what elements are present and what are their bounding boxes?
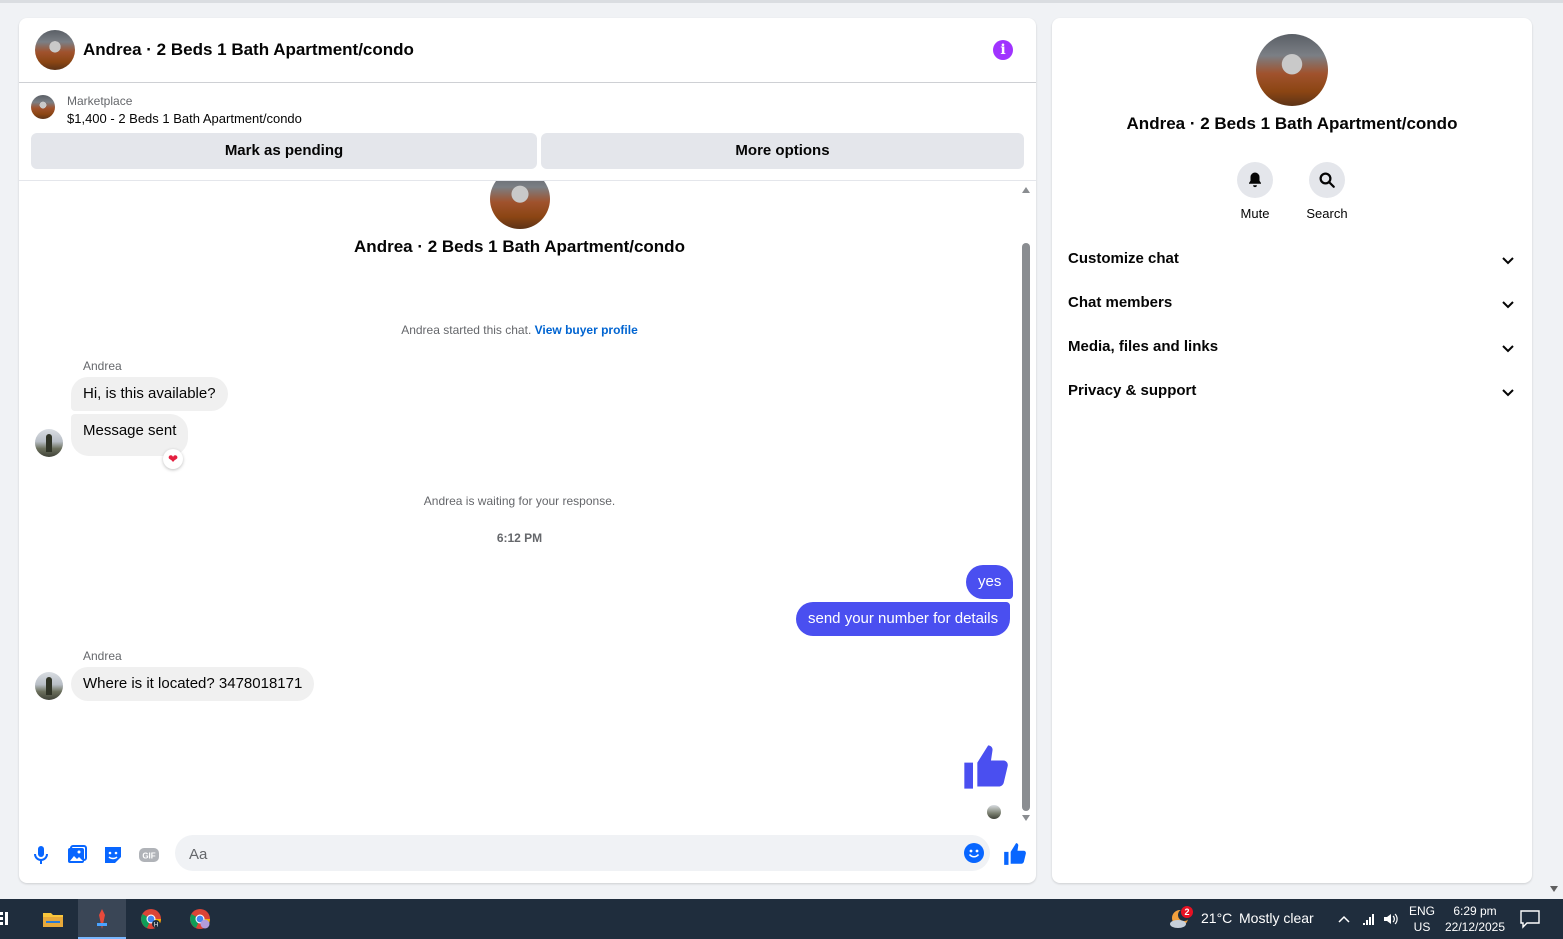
emoji-icon[interactable] [962, 841, 986, 865]
section-label: Privacy & support [1068, 382, 1197, 399]
bell-icon [1249, 172, 1261, 188]
section-privacy-support[interactable]: Privacy & support [1060, 372, 1524, 412]
file-explorer-icon [43, 913, 63, 927]
section-media-files-links[interactable]: Media, files and links [1060, 328, 1524, 368]
chrome-profile-icon [190, 909, 210, 929]
search-icon [1319, 172, 1335, 188]
message-input-wrapper[interactable] [175, 835, 990, 873]
scroll-up-arrow-icon[interactable] [1022, 187, 1030, 193]
section-label: Media, files and links [1068, 338, 1219, 355]
intro-title: Andrea · 2 Beds 1 Bath Apartment/condo [354, 237, 685, 256]
mute-button[interactable]: Mute [1215, 162, 1295, 221]
seen-receipt-avatar [987, 805, 1001, 819]
keyboard-region: US [1413, 920, 1431, 934]
svg-text:H: H [154, 923, 158, 929]
chat-title[interactable]: Andrea · 2 Beds 1 Bath Apartment/condo [83, 40, 414, 60]
conversation-info-panel: Andrea · 2 Beds 1 Bath Apartment/condo M… [1052, 18, 1532, 883]
chevron-down-icon [1502, 345, 1514, 353]
weather-temperature[interactable]: 21°C [1201, 910, 1232, 926]
scroll-down-arrow-icon[interactable] [1022, 815, 1030, 821]
scrollbar-thumb[interactable] [1022, 243, 1030, 811]
network-icon[interactable] [1361, 911, 1377, 927]
message-bubble-outgoing[interactable]: send your number for details [796, 602, 1011, 636]
chevron-down-icon [1502, 257, 1514, 265]
sender-avatar[interactable] [35, 672, 63, 700]
clock-date: 22/12/2025 [1444, 920, 1506, 934]
chevron-down-icon [1502, 389, 1514, 397]
intro-avatar [490, 181, 550, 229]
heart-reaction-icon[interactable]: ❤ [163, 449, 183, 469]
listing-thumbnail [31, 95, 55, 119]
language-code: ENG [1408, 904, 1435, 918]
mark-as-pending-button[interactable]: Mark as pending [31, 133, 537, 169]
info-title: Andrea · 2 Beds 1 Bath Apartment/condo [1126, 114, 1458, 133]
window-top-border [0, 0, 1563, 3]
message-bubble-incoming[interactable]: Hi, is this available? [71, 377, 228, 411]
more-options-button[interactable]: More options [541, 133, 1024, 169]
taskbar-file-explorer[interactable] [29, 899, 77, 939]
chrome-icon: H [141, 909, 161, 929]
taskbar-chrome[interactable]: H [127, 899, 175, 939]
view-buyer-profile-link[interactable]: View buyer profile [535, 323, 638, 337]
section-chat-members[interactable]: Chat members [1060, 284, 1524, 324]
sender-name: Andrea [83, 649, 122, 663]
chat-started-notice: Andrea started this chat. View buyer pro… [19, 323, 1020, 337]
microphone-icon[interactable] [29, 843, 53, 867]
taskbar-active-app[interactable] [78, 899, 126, 939]
message-input[interactable] [187, 835, 951, 873]
sticker-icon[interactable] [101, 843, 125, 867]
search-button[interactable]: Search [1287, 162, 1367, 221]
thumbs-up-button-icon[interactable] [1002, 841, 1028, 867]
taskbar-chrome-profile[interactable] [176, 899, 224, 939]
message-thread[interactable]: Andrea · 2 Beds 1 Bath Apartment/condo A… [19, 180, 1036, 829]
chat-avatar[interactable] [35, 30, 75, 70]
info-icon[interactable]: i [993, 40, 1013, 60]
sender-name: Andrea [83, 359, 122, 373]
section-label: Chat members [1068, 294, 1173, 311]
timestamp: 6:12 PM [496, 531, 543, 545]
thumbs-up-sent-icon[interactable] [960, 741, 1012, 793]
taskbar: H 2 21°C Mostly clear ENG US 6:29 pm 22/… [0, 899, 1563, 939]
chat-header: Andrea · 2 Beds 1 Bath Apartment/condo i [19, 18, 1036, 83]
page-scroll-down-icon[interactable] [1550, 886, 1558, 892]
section-label: Customize chat [1068, 250, 1179, 267]
sender-avatar[interactable] [35, 429, 63, 457]
info-avatar[interactable] [1256, 34, 1328, 106]
photo-icon[interactable] [65, 843, 89, 867]
started-text: Andrea started this chat. [401, 323, 532, 337]
weather-condition[interactable]: Mostly clear [1239, 910, 1314, 926]
listing-price-title: $1,400 - 2 Beds 1 Bath Apartment/condo [67, 111, 302, 126]
svg-text:GIF: GIF [142, 852, 155, 861]
chevron-up-icon[interactable] [1337, 912, 1351, 926]
message-bubble-incoming[interactable]: Where is it located? 3478018171 [71, 667, 315, 701]
notification-center-icon[interactable] [1519, 909, 1541, 929]
composer: GIF [19, 830, 1036, 880]
message-bubble-outgoing[interactable]: yes [966, 565, 1014, 599]
chevron-down-icon [1502, 301, 1514, 309]
gif-icon[interactable]: GIF [137, 843, 161, 867]
system-clock[interactable]: 6:29 pm 22/12/2025 [1442, 903, 1508, 935]
search-label: Search [1306, 206, 1348, 221]
chat-panel: Andrea · 2 Beds 1 Bath Apartment/condo i… [19, 18, 1036, 883]
volume-icon[interactable] [1382, 911, 1398, 927]
tool-icon [97, 909, 107, 929]
clock-time: 6:29 pm [1453, 904, 1497, 918]
task-view-icon[interactable] [0, 910, 10, 928]
listing-kicker: Marketplace [67, 94, 133, 108]
language-indicator[interactable]: ENG US [1402, 903, 1442, 935]
waiting-notice: Andrea is waiting for your response. [423, 494, 616, 508]
weather-alert-badge: 2 [1181, 906, 1193, 918]
listing-summary[interactable]: Marketplace $1,400 - 2 Beds 1 Bath Apart… [31, 94, 1021, 128]
mute-label: Mute [1240, 206, 1270, 221]
section-customize-chat[interactable]: Customize chat [1060, 240, 1524, 280]
thread-scrollbar[interactable] [1020, 187, 1032, 827]
